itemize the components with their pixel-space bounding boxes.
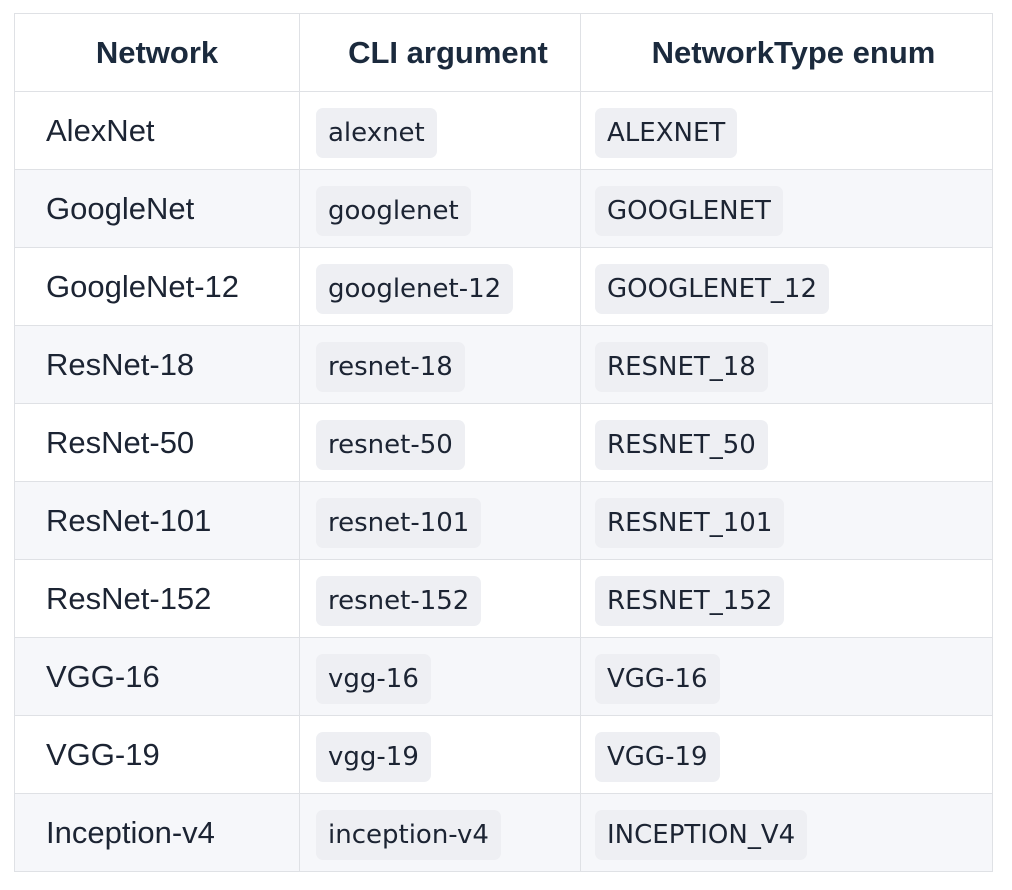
enum-cell: ALEXNET: [580, 91, 993, 170]
cli-argument-code: vgg-19: [316, 731, 431, 782]
table-header-row: Network CLI argument NetworkType enum: [14, 13, 993, 92]
enum-code: VGG-16: [595, 653, 720, 704]
table-row: ResNet-50 resnet-50 RESNET_50: [14, 403, 993, 482]
network-cell: VGG-19: [14, 715, 300, 794]
enum-code: GOOGLENET_12: [595, 263, 829, 314]
network-cell: ResNet-18: [14, 325, 300, 404]
network-cell: ResNet-101: [14, 481, 300, 560]
table-row: ResNet-152 resnet-152 RESNET_152: [14, 559, 993, 638]
networks-table: Network CLI argument NetworkType enum Al…: [14, 13, 993, 872]
cli-argument-cell: vgg-16: [299, 637, 581, 716]
enum-code: RESNET_101: [595, 497, 785, 548]
cli-argument-cell: resnet-101: [299, 481, 581, 560]
cli-argument-cell: vgg-19: [299, 715, 581, 794]
enum-cell: RESNET_18: [580, 325, 993, 404]
table-row: AlexNet alexnet ALEXNET: [14, 91, 993, 170]
cli-argument-cell: resnet-50: [299, 403, 581, 482]
cli-argument-code: resnet-152: [316, 575, 482, 626]
cli-argument-code: resnet-50: [316, 419, 465, 470]
cli-argument-cell: googlenet-12: [299, 247, 581, 326]
table-row: VGG-19 vgg-19 VGG-19: [14, 715, 993, 794]
enum-code: GOOGLENET: [595, 185, 783, 236]
enum-code: INCEPTION_V4: [595, 809, 808, 860]
table-row: GoogleNet-12 googlenet-12 GOOGLENET_12: [14, 247, 993, 326]
network-cell: GoogleNet: [14, 169, 300, 248]
cli-argument-code: googlenet-12: [316, 263, 514, 314]
table-row: ResNet-101 resnet-101 RESNET_101: [14, 481, 993, 560]
enum-cell: RESNET_50: [580, 403, 993, 482]
header-networktype-enum: NetworkType enum: [580, 13, 993, 92]
cli-argument-cell: resnet-152: [299, 559, 581, 638]
cli-argument-code: alexnet: [316, 107, 437, 158]
enum-code: RESNET_152: [595, 575, 785, 626]
enum-code: ALEXNET: [595, 107, 738, 158]
table-row: GoogleNet googlenet GOOGLENET: [14, 169, 993, 248]
enum-cell: RESNET_101: [580, 481, 993, 560]
network-cell: ResNet-50: [14, 403, 300, 482]
cli-argument-code: googlenet: [316, 185, 471, 236]
cli-argument-cell: alexnet: [299, 91, 581, 170]
table-row: Inception-v4 inception-v4 INCEPTION_V4: [14, 793, 993, 872]
network-cell: GoogleNet-12: [14, 247, 300, 326]
enum-code: RESNET_50: [595, 419, 768, 470]
network-cell: Inception-v4: [14, 793, 300, 872]
enum-code: RESNET_18: [595, 341, 768, 392]
cli-argument-cell: resnet-18: [299, 325, 581, 404]
cli-argument-code: resnet-18: [316, 341, 465, 392]
enum-cell: INCEPTION_V4: [580, 793, 993, 872]
enum-cell: RESNET_152: [580, 559, 993, 638]
network-cell: VGG-16: [14, 637, 300, 716]
enum-cell: VGG-16: [580, 637, 993, 716]
enum-cell: GOOGLENET: [580, 169, 993, 248]
cli-argument-code: resnet-101: [316, 497, 482, 548]
cli-argument-cell: googlenet: [299, 169, 581, 248]
table-row: ResNet-18 resnet-18 RESNET_18: [14, 325, 993, 404]
network-cell: AlexNet: [14, 91, 300, 170]
header-network: Network: [14, 13, 300, 92]
enum-cell: VGG-19: [580, 715, 993, 794]
enum-cell: GOOGLENET_12: [580, 247, 993, 326]
enum-code: VGG-19: [595, 731, 720, 782]
header-cli-argument: CLI argument: [299, 13, 581, 92]
table-row: VGG-16 vgg-16 VGG-16: [14, 637, 993, 716]
cli-argument-code: inception-v4: [316, 809, 501, 860]
network-cell: ResNet-152: [14, 559, 300, 638]
cli-argument-code: vgg-16: [316, 653, 431, 704]
cli-argument-cell: inception-v4: [299, 793, 581, 872]
